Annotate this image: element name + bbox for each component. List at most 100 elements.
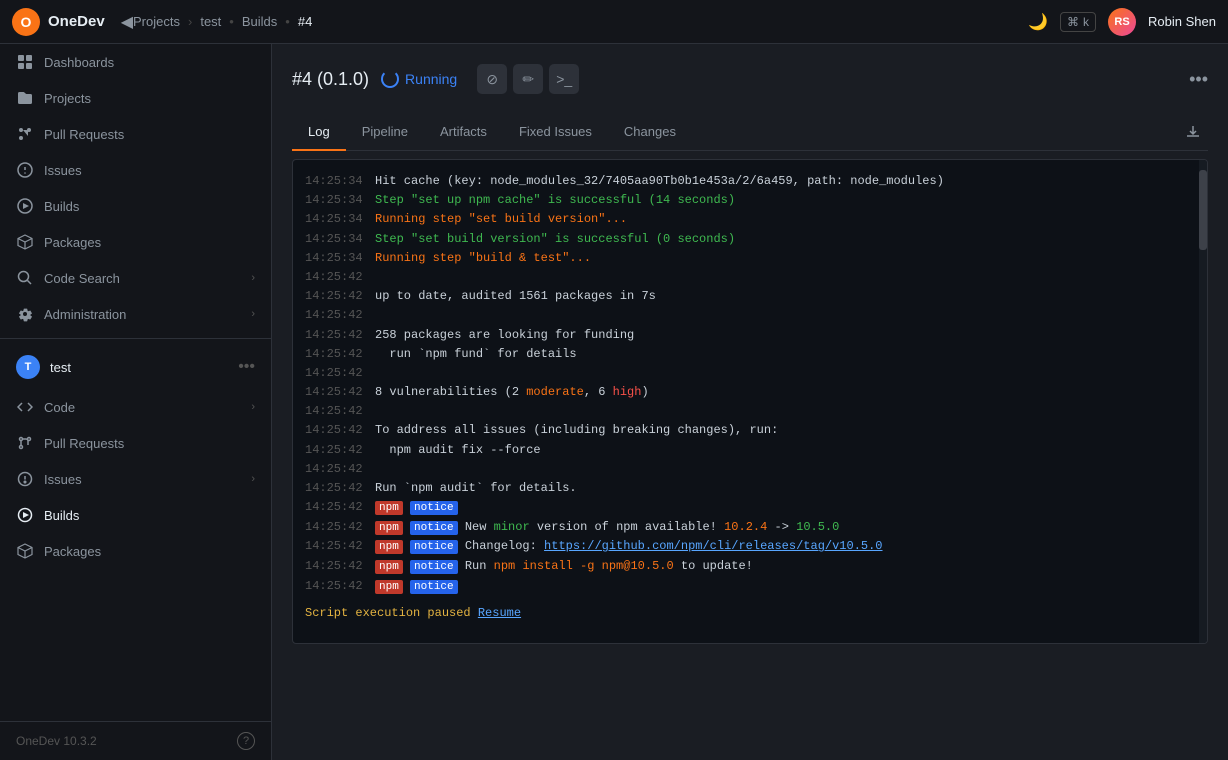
sidebar-item-pull-requests[interactable]: Pull Requests [0,116,271,152]
breadcrumb-projects[interactable]: Projects [133,14,180,29]
app-logo[interactable]: O OneDev [12,8,105,36]
build-actions: ⊘ ✏ >_ [477,64,579,94]
gear-icon [16,305,34,323]
terminal-btn[interactable]: >_ [549,64,579,94]
sidebar-item-dashboards[interactable]: Dashboards [0,44,271,80]
log-line: 14:25:42 npm notice [293,577,1207,597]
sidebar-divider [0,338,271,339]
sidebar-item-label: Builds [44,508,255,523]
log-line: 14:25:42 npm notice [293,498,1207,518]
sidebar-item-label: Pull Requests [44,127,255,142]
project-icon: T [16,355,40,379]
sidebar-item-code[interactable]: Code › [0,389,271,425]
play-icon [16,506,34,524]
sidebar-item-label: Pull Requests [44,436,255,451]
sidebar-item-label: Packages [44,544,255,559]
build-status: Running [381,70,457,88]
issue-icon [16,470,34,488]
code-icon [16,398,34,416]
version-text: OneDev 10.3.2 [16,734,229,748]
sidebar-item-project-builds[interactable]: Builds [0,497,271,533]
resume-button[interactable]: Resume [478,606,521,620]
scrollbar-thumb[interactable] [1199,170,1207,250]
pull-request-icon [16,434,34,452]
breadcrumb-test[interactable]: test [200,14,221,29]
sidebar-item-label: Issues [44,472,241,487]
tab-pipeline[interactable]: Pipeline [346,114,424,151]
download-log-btn[interactable] [1178,117,1208,147]
breadcrumb-current: #4 [298,14,312,29]
scrollbar-track [1199,160,1207,643]
log-line: 14:25:42 [293,268,1207,287]
sidebar-item-packages[interactable]: Packages [0,224,271,260]
topbar: O OneDev ◀ Projects › test • Builds • #4… [0,0,1228,44]
cancel-build-btn[interactable]: ⊘ [477,64,507,94]
sidebar-item-project-issues[interactable]: Issues › [0,461,271,497]
package-icon [16,542,34,560]
sidebar-item-project-packages[interactable]: Packages [0,533,271,569]
sidebar-item-label: Code [44,400,241,415]
layout: Dashboards Projects Pull Requests Issues… [0,44,1228,760]
pull-request-icon [16,125,34,143]
sidebar-item-label: Packages [44,235,255,250]
keyboard-shortcut[interactable]: ⌘ k [1060,12,1096,32]
user-name[interactable]: Robin Shen [1148,14,1216,29]
kbd-meta: ⌘ [1067,15,1079,29]
grid-icon [16,53,34,71]
log-line: 14:25:42 npm notice Changelog: https://g… [293,537,1207,557]
build-header: #4 (0.1.0) Running ⊘ ✏ >_ ••• [292,64,1208,94]
logo-icon: O [12,8,40,36]
tab-fixed-issues[interactable]: Fixed Issues [503,114,608,151]
sidebar-item-label: Builds [44,199,255,214]
project-more-btn[interactable]: ••• [238,358,255,376]
main-content: #4 (0.1.0) Running ⊘ ✏ >_ ••• Log Pipeli… [272,44,1228,760]
sidebar-project[interactable]: T test ••• [0,345,271,389]
tab-changes[interactable]: Changes [608,114,692,151]
sidebar-item-code-search[interactable]: Code Search › [0,260,271,296]
log-line: 14:25:42 npm audit fix --force [293,441,1207,460]
build-status-label: Running [405,71,457,87]
sidebar-item-issues[interactable]: Issues [0,152,271,188]
log-line: 14:25:42 [293,364,1207,383]
running-spinner [381,70,399,88]
log-line: 14:25:42 Run `npm audit` for details. [293,479,1207,498]
search-icon [16,269,34,287]
chevron-right-icon: › [251,308,255,320]
play-icon [16,197,34,215]
build-more-btn[interactable]: ••• [1189,69,1208,90]
log-line: 14:25:42 npm notice New minor version of… [293,518,1207,538]
project-name: test [50,360,228,375]
package-icon [16,233,34,251]
chevron-right-icon: › [251,272,255,284]
log-line: 14:25:34 Hit cache (key: node_modules_32… [293,172,1207,191]
sidebar-item-label: Administration [44,307,241,322]
log-line: 14:25:42 run `npm fund` for details [293,345,1207,364]
topbar-right: 🌙 ⌘ k RS Robin Shen [1028,8,1216,36]
sidebar-item-label: Issues [44,163,255,178]
help-button[interactable]: ? [237,732,255,750]
sidebar-footer: OneDev 10.3.2 ? [0,721,271,760]
sidebar-item-label: Projects [44,91,255,106]
log-line: 14:25:42 up to date, audited 1561 packag… [293,287,1207,306]
edit-build-btn[interactable]: ✏ [513,64,543,94]
app-name: OneDev [48,13,105,30]
log-line: 14:25:42 To address all issues (includin… [293,421,1207,440]
log-line: 14:25:42 [293,402,1207,421]
sidebar-item-project-pull-requests[interactable]: Pull Requests [0,425,271,461]
tab-artifacts[interactable]: Artifacts [424,114,503,151]
sidebar-item-projects[interactable]: Projects [0,80,271,116]
avatar[interactable]: RS [1108,8,1136,36]
log-line: 14:25:42 [293,306,1207,325]
theme-toggle[interactable]: 🌙 [1028,12,1048,32]
sidebar-item-builds[interactable]: Builds [0,188,271,224]
sidebar-item-administration[interactable]: Administration › [0,296,271,332]
collapse-sidebar-btn[interactable]: ◀ [121,12,133,32]
tab-log[interactable]: Log [292,114,346,151]
log-line: 14:25:34 Running step "set build version… [293,210,1207,229]
log-line: 14:25:34 Running step "build & test"... [293,249,1207,268]
breadcrumb-builds[interactable]: Builds [242,14,277,29]
issue-icon [16,161,34,179]
sidebar-item-label: Code Search [44,271,241,286]
chevron-right-icon: › [251,473,255,485]
log-line: 14:25:34 Step "set up npm cache" is succ… [293,191,1207,210]
